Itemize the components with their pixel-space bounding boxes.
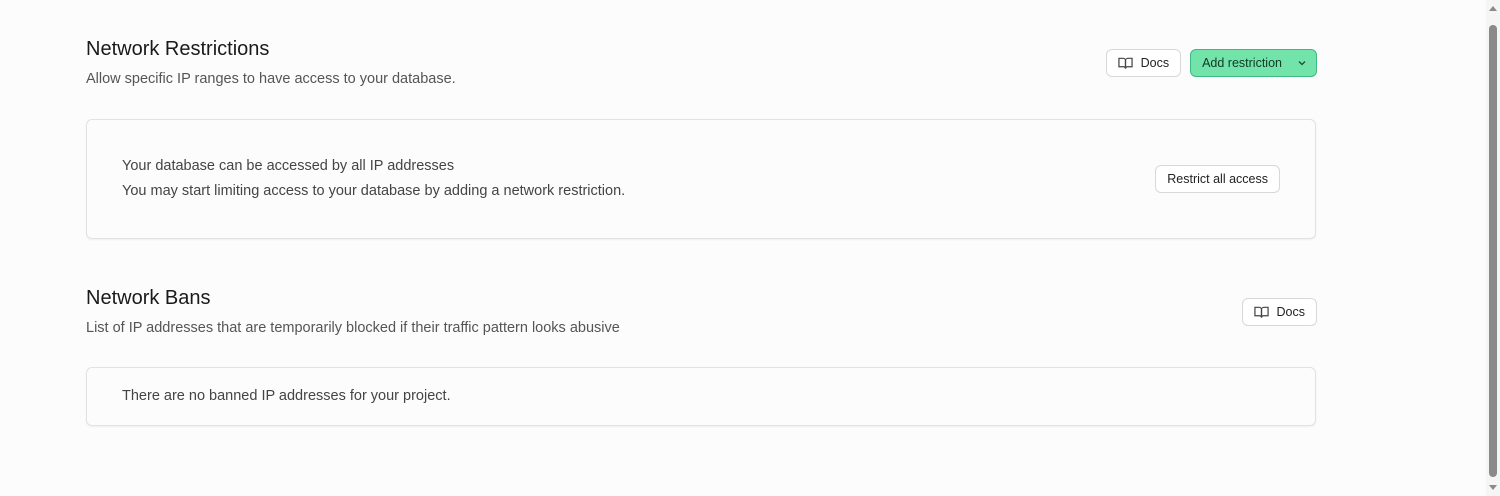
- book-icon: [1253, 306, 1269, 318]
- restrictions-card: Your database can be accessed by all IP …: [86, 119, 1316, 239]
- restrict-all-access-button[interactable]: Restrict all access: [1155, 165, 1280, 193]
- docs-label: Docs: [1140, 56, 1170, 70]
- restrictions-docs-button[interactable]: Docs: [1105, 49, 1182, 77]
- bans-docs-button[interactable]: Docs: [1241, 298, 1317, 326]
- page-scrollbar[interactable]: [1486, 0, 1500, 496]
- scroll-up-arrow[interactable]: [1489, 6, 1497, 11]
- add-restriction-button[interactable]: Add restriction: [1190, 49, 1317, 77]
- restrictions-status-text: Your database can be accessed by all IP …: [122, 158, 455, 174]
- add-restriction-label: Add restriction: [1202, 56, 1282, 70]
- bans-empty-text: There are no banned IP addresses for you…: [122, 388, 451, 404]
- docs-label: Docs: [1276, 305, 1305, 319]
- book-icon: [1117, 57, 1133, 69]
- scroll-thumb[interactable]: [1489, 25, 1497, 477]
- scroll-down-arrow[interactable]: [1489, 485, 1497, 490]
- restrictions-help-text: You may start limiting access to your da…: [122, 183, 626, 199]
- restrictions-actions: Docs Add restriction: [1105, 49, 1317, 77]
- bans-header: Network Bans List of IP addresses that a…: [86, 286, 1317, 337]
- page: Network Restrictions Allow specific IP r…: [0, 0, 1500, 496]
- bans-title: Network Bans: [86, 287, 211, 309]
- restrict-all-access-label: Restrict all access: [1167, 172, 1268, 186]
- chevron-down-icon: [1298, 61, 1306, 66]
- bans-card: There are no banned IP addresses for you…: [86, 367, 1316, 426]
- bans-subtitle: List of IP addresses that are temporaril…: [86, 320, 620, 336]
- bans-actions: Docs: [1241, 298, 1317, 326]
- restrictions-header: Network Restrictions Allow specific IP r…: [86, 37, 1317, 88]
